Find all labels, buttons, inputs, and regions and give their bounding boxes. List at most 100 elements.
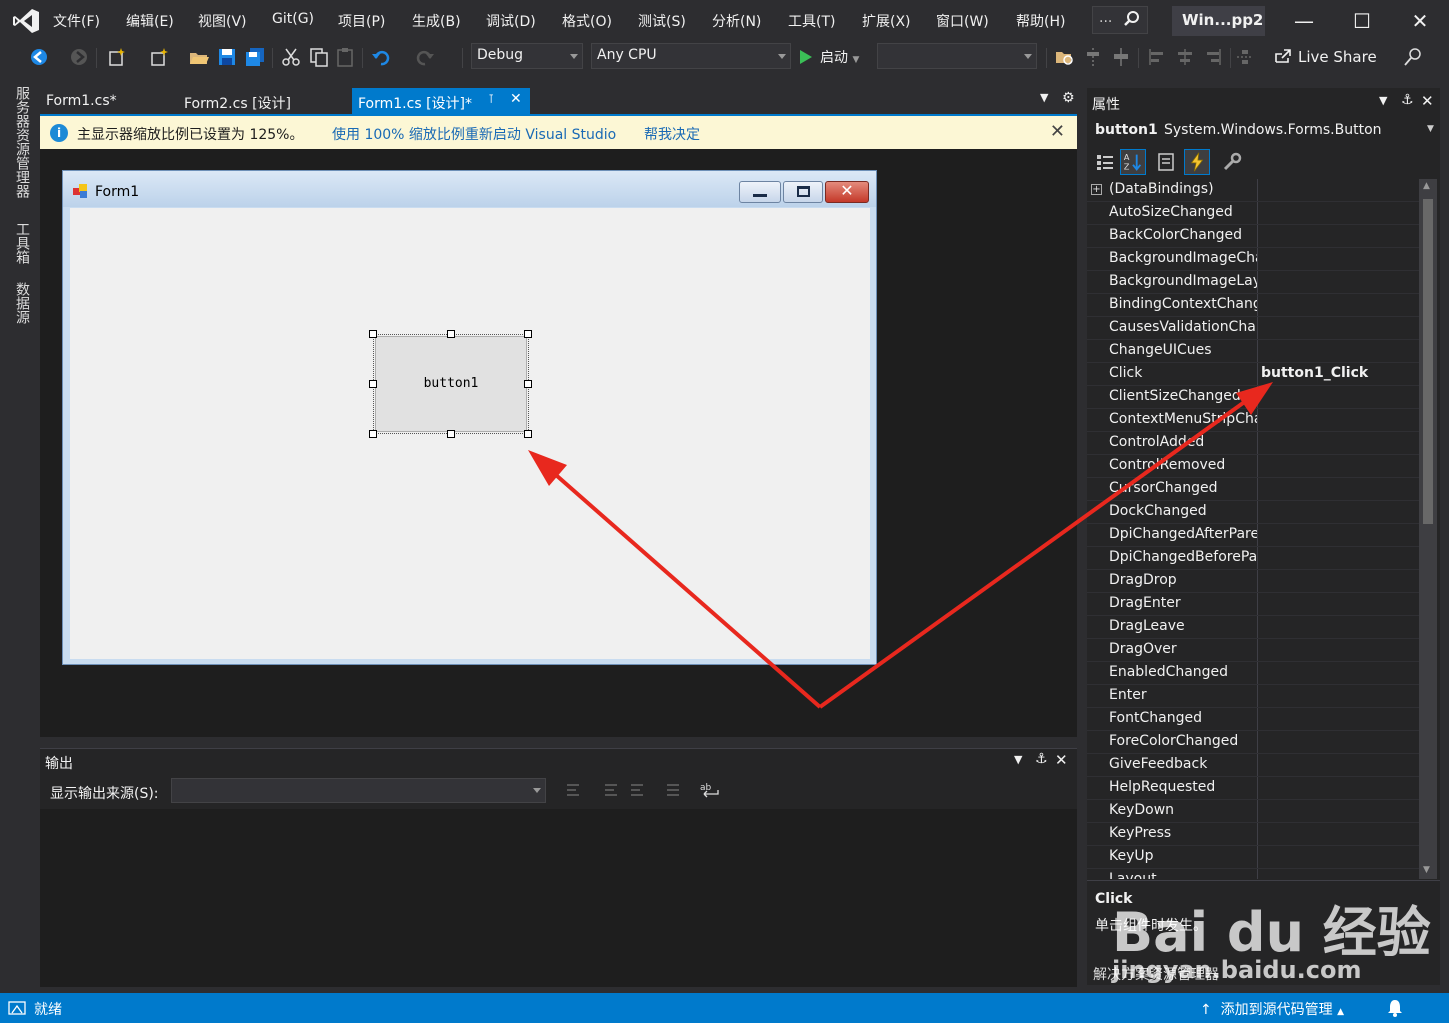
- menu-window[interactable]: 窗口(W): [936, 11, 989, 31]
- property-row[interactable]: BackColorChanged: [1087, 225, 1419, 248]
- align-rights-icon[interactable]: [1202, 46, 1224, 68]
- property-row[interactable]: DragLeave: [1087, 616, 1419, 639]
- close-icon[interactable]: ✕: [510, 91, 522, 107]
- target-dropdown[interactable]: [877, 43, 1037, 69]
- align-centers-icon[interactable]: [1174, 46, 1196, 68]
- pin-icon[interactable]: ⚓: [1401, 92, 1414, 108]
- property-row[interactable]: KeyPress: [1087, 823, 1419, 846]
- property-row[interactable]: BackgroundImageLayoutChanged: [1087, 271, 1419, 294]
- solution-configuration-dropdown[interactable]: Debug: [471, 43, 583, 69]
- go-to-next-message-icon[interactable]: [628, 781, 646, 799]
- menu-test[interactable]: 测试(S): [638, 11, 686, 31]
- property-row[interactable]: ChangeUICues: [1087, 340, 1419, 363]
- solution-platform-dropdown[interactable]: Any CPU: [591, 43, 791, 69]
- property-row[interactable]: KeyDown: [1087, 800, 1419, 823]
- expand-icon[interactable]: +: [1091, 184, 1102, 195]
- align-center-icon[interactable]: [1110, 46, 1132, 68]
- events-icon[interactable]: [1184, 149, 1210, 175]
- navigate-back-icon[interactable]: [28, 46, 50, 68]
- property-value[interactable]: button1_Click: [1261, 365, 1368, 381]
- redo-icon[interactable]: [414, 46, 436, 68]
- menu-project[interactable]: 项目(P): [338, 11, 385, 31]
- menu-edit[interactable]: 编辑(E): [126, 11, 174, 31]
- add-to-source-control-button[interactable]: ↑ 添加到源代码管理 ▲: [1200, 999, 1344, 1019]
- save-all-icon[interactable]: [244, 46, 266, 68]
- property-row[interactable]: BackgroundImageChanged: [1087, 248, 1419, 271]
- property-row[interactable]: HelpRequested: [1087, 777, 1419, 800]
- menu-build[interactable]: 生成(B): [412, 11, 461, 31]
- property-row[interactable]: ForeColorChanged: [1087, 731, 1419, 754]
- property-row[interactable]: FontChanged: [1087, 708, 1419, 731]
- categorized-icon[interactable]: [1092, 149, 1118, 175]
- start-debugging-button[interactable]: 启动 ▼: [800, 47, 859, 69]
- minimize-window-button[interactable]: —: [1290, 8, 1318, 36]
- undo-icon[interactable]: [370, 46, 392, 68]
- gear-icon[interactable]: ⚙: [1062, 90, 1075, 106]
- property-row[interactable]: Enter: [1087, 685, 1419, 708]
- alphabetical-icon[interactable]: AZ: [1120, 149, 1146, 175]
- feedback-icon[interactable]: [1402, 46, 1424, 68]
- menu-debug[interactable]: 调试(D): [486, 11, 536, 31]
- property-row[interactable]: + (DataBindings): [1087, 179, 1419, 202]
- property-grid[interactable]: + (DataBindings) AutoSizeChanged BackColorC…: [1087, 179, 1419, 879]
- scroll-up-icon[interactable]: ▲: [1423, 181, 1430, 191]
- properties-icon[interactable]: [1154, 149, 1180, 175]
- cut-icon[interactable]: [280, 46, 302, 68]
- output-text-area[interactable]: [40, 809, 1077, 987]
- property-row[interactable]: DockChanged: [1087, 501, 1419, 524]
- save-icon[interactable]: [216, 46, 238, 68]
- property-row[interactable]: DpiChangedAfterParent: [1087, 524, 1419, 547]
- form-close-button[interactable]: ✕: [825, 181, 869, 203]
- property-pages-icon[interactable]: [1219, 149, 1245, 175]
- resize-handle[interactable]: [524, 430, 532, 438]
- side-tab-server-explorer[interactable]: 服务器资源管理器: [12, 86, 32, 198]
- property-row[interactable]: BindingContextChanged: [1087, 294, 1419, 317]
- paste-icon[interactable]: [334, 46, 356, 68]
- property-row[interactable]: AutoSizeChanged: [1087, 202, 1419, 225]
- side-tab-data-sources[interactable]: 数据源: [12, 282, 32, 324]
- help-me-decide-link[interactable]: 帮我决定: [644, 124, 700, 144]
- scrollbar-thumb[interactable]: [1423, 199, 1433, 524]
- add-item-icon[interactable]: [148, 46, 170, 68]
- property-row[interactable]: CausesValidationChanged: [1087, 317, 1419, 340]
- output-source-dropdown[interactable]: [171, 778, 546, 803]
- tab-list-dropdown-icon[interactable]: ▼: [1040, 91, 1048, 104]
- menu-tools[interactable]: 工具(T): [788, 11, 835, 31]
- find-in-files-icon[interactable]: [1054, 46, 1076, 68]
- new-project-icon[interactable]: [106, 46, 128, 68]
- property-row[interactable]: GiveFeedback: [1087, 754, 1419, 777]
- property-row[interactable]: DpiChangedBeforeParent: [1087, 547, 1419, 570]
- resize-handle[interactable]: [447, 330, 455, 338]
- property-row[interactable]: EnabledChanged: [1087, 662, 1419, 685]
- find-message-icon[interactable]: [602, 781, 620, 799]
- form-maximize-button[interactable]: [783, 181, 823, 203]
- resize-handle[interactable]: [524, 380, 532, 388]
- property-row[interactable]: ControlRemoved: [1087, 455, 1419, 478]
- maximize-window-button[interactable]: ☐: [1348, 8, 1376, 36]
- property-row[interactable]: ContextMenuStripChanged: [1087, 409, 1419, 432]
- property-row[interactable]: DragDrop: [1087, 570, 1419, 593]
- resize-handle[interactable]: [524, 330, 532, 338]
- menu-view[interactable]: 视图(V): [198, 11, 247, 31]
- live-share-button[interactable]: Live Share: [1274, 48, 1377, 66]
- solution-explorer-tab[interactable]: 解决方案资源管理器: [1093, 964, 1219, 984]
- resize-handle[interactable]: [369, 330, 377, 338]
- menu-help[interactable]: 帮助(H): [1016, 11, 1065, 31]
- align-icon[interactable]: [1082, 46, 1104, 68]
- word-wrap-icon[interactable]: ab: [700, 781, 722, 799]
- notifications-bell-icon[interactable]: [1386, 998, 1404, 1018]
- property-row[interactable]: CursorChanged: [1087, 478, 1419, 501]
- menu-extensions[interactable]: 扩展(X): [862, 11, 911, 31]
- menu-format[interactable]: 格式(O): [562, 11, 612, 31]
- go-to-previous-message-icon[interactable]: [564, 781, 582, 799]
- property-row[interactable]: DragEnter: [1087, 593, 1419, 616]
- navigate-forward-icon[interactable]: [68, 46, 90, 68]
- menu-file[interactable]: 文件(F): [53, 11, 100, 31]
- tab-form1-design[interactable]: Form1.cs [设计]* ⊺ ✕: [352, 88, 530, 114]
- resize-handle[interactable]: [447, 430, 455, 438]
- restart-100-percent-link[interactable]: 使用 100% 缩放比例重新启动 Visual Studio: [332, 124, 616, 144]
- pane-options-icon[interactable]: ▼: [1379, 94, 1387, 107]
- align-lefts-icon[interactable]: [1146, 46, 1168, 68]
- tab-form1-cs[interactable]: Form1.cs*: [40, 88, 160, 114]
- close-icon[interactable]: ✕: [1055, 751, 1068, 769]
